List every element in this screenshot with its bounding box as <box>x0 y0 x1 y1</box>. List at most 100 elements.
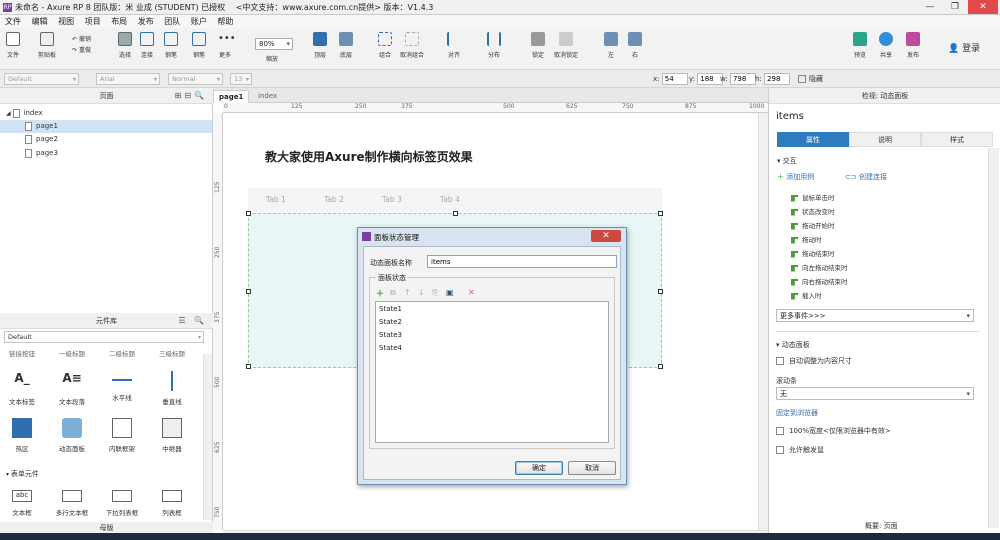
resize-handle[interactable] <box>658 364 663 369</box>
dynamic-panel-section[interactable]: ▾ 动态面板 <box>776 340 810 350</box>
state-item[interactable]: State4 <box>379 344 402 352</box>
right-button[interactable]: 右 <box>628 32 642 59</box>
pin-to-browser-link[interactable]: 固定到浏览器 <box>776 408 818 418</box>
connect-button[interactable]: 连接 <box>140 32 154 59</box>
menu-project[interactable]: 项目 <box>85 15 101 28</box>
resize-handle[interactable] <box>246 289 251 294</box>
duplicate-state-icon[interactable]: ⧉ <box>390 288 396 298</box>
widget-name[interactable]: items <box>776 111 804 122</box>
event-onclick[interactable]: 鼠标单击时 <box>791 192 835 202</box>
distribute-button[interactable]: 分布 <box>487 32 501 59</box>
event-onload[interactable]: 载入时 <box>791 290 822 300</box>
preview-button[interactable]: 预览 <box>853 32 867 59</box>
more-events-select[interactable]: 更多事件>>> <box>776 309 974 322</box>
dialog-title-bar[interactable]: 面板状态管理 ✕ <box>358 228 626 245</box>
tab-style[interactable]: 样式 <box>921 132 993 147</box>
hidden-checkbox[interactable]: 隐藏 <box>798 73 823 85</box>
widget-hline[interactable]: 水平线 <box>102 371 142 402</box>
edit-state-icon[interactable]: ⎘ <box>432 288 438 298</box>
tree-item-page3[interactable]: page3 <box>25 147 58 160</box>
panel-name-input[interactable] <box>427 255 617 268</box>
inspector-scrollbar[interactable] <box>988 148 999 528</box>
event-drag-end[interactable]: 拖动结束时 <box>791 248 835 258</box>
widget-dynamic-panel[interactable]: 动态面板 <box>52 418 92 453</box>
move-up-icon[interactable]: ↑ <box>404 288 411 297</box>
widget-paragraph[interactable]: A≡ 文本段落 <box>52 371 92 406</box>
login-button[interactable]: 👤 登录 <box>948 41 980 54</box>
allow-trigger-checkbox[interactable]: 允许触发鼠 <box>776 445 824 455</box>
scrollbar-select[interactable]: 无 <box>776 387 974 400</box>
menu-view[interactable]: 视图 <box>58 15 74 28</box>
form-widgets-section[interactable]: ▾ 表单元件 <box>6 468 39 481</box>
menu-file[interactable]: 文件 <box>5 15 21 28</box>
state-item[interactable]: State2 <box>379 318 402 326</box>
file-button[interactable]: 文件 <box>6 32 20 59</box>
h-input[interactable] <box>764 73 791 85</box>
tab-properties[interactable]: 属性 <box>777 132 849 147</box>
library-select[interactable]: Default <box>4 331 204 343</box>
event-drag[interactable]: 拖动时 <box>791 234 822 244</box>
canvas-vscrollbar[interactable] <box>758 113 768 530</box>
redo-button[interactable]: ↷ 重做 <box>72 45 91 54</box>
widget-text-label[interactable]: A_ 文本标签 <box>2 371 42 406</box>
canvas-heading[interactable]: 教大家使用Axure制作横向标签页效果 <box>265 148 473 165</box>
zoom-select[interactable]: 80% <box>255 38 293 50</box>
size-select[interactable]: 13 <box>230 73 252 85</box>
tab-3[interactable]: Tab 3 <box>382 195 402 204</box>
publish-button[interactable]: 发布 <box>906 32 920 59</box>
widget-textarea[interactable]: 多行文本框 <box>52 490 92 517</box>
edit-all-states-icon[interactable]: ▣ <box>446 288 454 297</box>
add-case-link[interactable]: ＋ 添加用例 <box>777 172 814 182</box>
library-scrollbar[interactable] <box>203 354 212 520</box>
clipboard-button[interactable]: 剪贴板 <box>38 32 56 59</box>
widget-inline-frame[interactable]: 内联框架 <box>102 418 142 453</box>
event-drag-start[interactable]: 拖动开始时 <box>791 220 835 230</box>
widget-repeater[interactable]: 中继器 <box>152 418 192 453</box>
state-item[interactable]: State3 <box>379 331 402 339</box>
auto-fit-checkbox[interactable]: 自动调整为内容尺寸 <box>776 356 852 366</box>
pen-button[interactable]: 钢笔 <box>164 32 178 59</box>
doc-tab-page1[interactable]: page1 <box>213 90 250 103</box>
widget-h2[interactable]: 二级标题 <box>102 348 142 358</box>
widget-h3[interactable]: 三级标题 <box>152 348 192 358</box>
share-button[interactable]: 共享 <box>879 32 893 59</box>
widget-hotspot[interactable]: 热区 <box>2 418 42 453</box>
delete-state-icon[interactable]: ✕ <box>468 288 475 297</box>
undo-button[interactable]: ↶ 撤销 <box>72 34 91 43</box>
resize-handle[interactable] <box>453 211 458 216</box>
tab-notes[interactable]: 说明 <box>849 132 921 147</box>
widget-listbox[interactable]: 列表框 <box>152 490 192 517</box>
bottom-layer-button[interactable]: 底层 <box>339 32 353 59</box>
widget-link-button[interactable]: 链接按钮 <box>2 348 42 358</box>
align-button[interactable]: 对齐 <box>447 32 461 59</box>
widget-textbox[interactable]: abc 文本框 <box>2 490 42 517</box>
ungroup-button[interactable]: 取消组合 <box>400 32 424 59</box>
menu-account[interactable]: 账户 <box>191 15 207 28</box>
tab-1[interactable]: Tab 1 <box>266 195 286 204</box>
create-link-link[interactable]: ⊂⊃ 创建连接 <box>845 172 887 182</box>
dialog-close-button[interactable]: ✕ <box>591 230 621 242</box>
tree-item-index[interactable]: ◢ index <box>6 107 206 120</box>
pages-pane-tools[interactable]: ⊞⊟🔍 <box>175 88 207 104</box>
state-item[interactable]: State1 <box>379 305 402 313</box>
style-select[interactable]: Default <box>4 73 79 85</box>
font-select[interactable]: Arial <box>96 73 160 85</box>
menu-arrange[interactable]: 布局 <box>111 15 127 28</box>
x-input[interactable] <box>661 73 688 85</box>
widget-vline[interactable]: 垂直线 <box>152 371 192 406</box>
tab-4[interactable]: Tab 4 <box>440 195 460 204</box>
unlock-button[interactable]: 取消锁定 <box>554 32 578 59</box>
crop-button[interactable]: 钢笔 <box>192 32 206 59</box>
states-list[interactable]: State1 State2 State3 State4 <box>375 301 609 443</box>
minimize-icon[interactable]: — <box>918 0 942 14</box>
more-button[interactable]: ••• 更多 <box>218 32 236 59</box>
width100-checkbox[interactable]: 100%宽度<仅限浏览器中有效> <box>776 426 891 436</box>
left-button[interactable]: 左 <box>604 32 618 59</box>
weight-select[interactable]: Normal <box>168 73 223 85</box>
widget-h1[interactable]: 一级标题 <box>52 348 92 358</box>
menu-team[interactable]: 团队 <box>164 15 180 28</box>
menu-help[interactable]: 帮助 <box>217 15 233 28</box>
cancel-button[interactable]: 取消 <box>568 461 616 475</box>
resize-handle[interactable] <box>246 211 251 216</box>
event-state-change[interactable]: 状态改变时 <box>791 206 835 216</box>
